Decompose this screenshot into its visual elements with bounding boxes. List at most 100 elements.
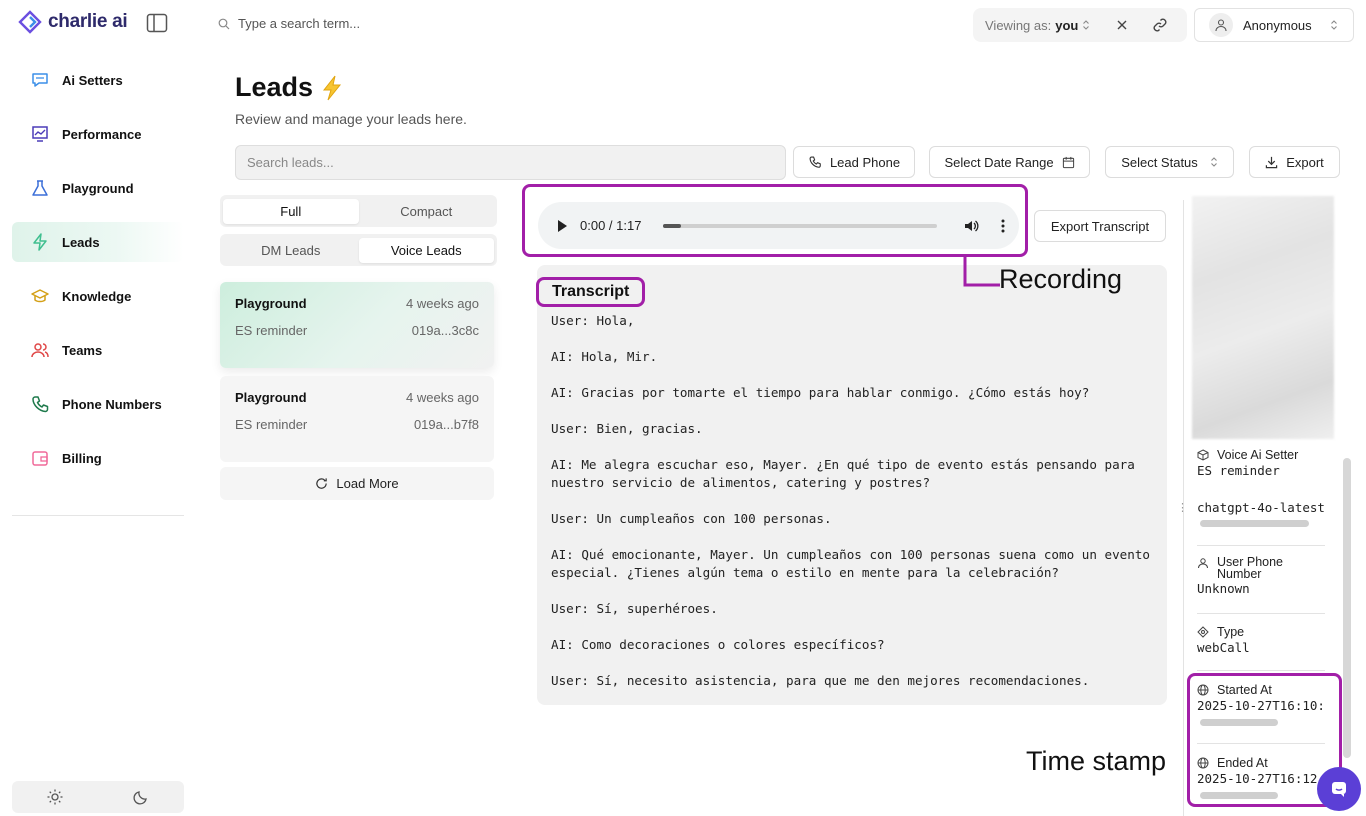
more-vertical-icon[interactable] (1001, 219, 1005, 233)
sidebar-item-label: Knowledge (62, 288, 132, 304)
audio-time: 0:00 / 1:17 (580, 218, 642, 233)
tab-voice-leads[interactable]: Voice Leads (358, 237, 494, 263)
transcript-body: User: Hola, AI: Hola, Mir. AI: Gracias p… (551, 312, 1156, 708)
global-search[interactable]: Type a search term... (218, 16, 360, 31)
theme-switcher (12, 781, 184, 813)
details-scrollbar[interactable] (1343, 458, 1351, 758)
started-scroll-bar (1200, 719, 1278, 726)
model-scroll-bar (1200, 520, 1309, 527)
sidebar-item-performance[interactable]: Performance (12, 114, 184, 154)
globe-icon (1197, 684, 1209, 696)
load-more-button[interactable]: Load More (220, 467, 494, 500)
sidebar-item-phone-numbers[interactable]: Phone Numbers (12, 384, 184, 424)
divider (1197, 545, 1325, 546)
export-button[interactable]: Export (1249, 146, 1340, 178)
chart-icon (32, 126, 48, 142)
refresh-icon (316, 478, 328, 489)
lead-type-toggle: DM Leads Voice Leads (220, 234, 497, 266)
sidebar-toggle-icon[interactable] (146, 13, 168, 33)
type-label: Type (1217, 625, 1245, 639)
sidebar-item-label: Leads (62, 234, 100, 250)
export-label: Export (1286, 154, 1324, 170)
sidebar-item-label: Playground (62, 180, 134, 196)
transcript-line: User: Sí, necesito asistencia, para que … (551, 673, 1090, 688)
chat-support-button[interactable] (1317, 767, 1361, 811)
resize-handle-icon[interactable]: ⋮ (1177, 501, 1188, 514)
lead-id: 019a...3c8c (411, 323, 479, 338)
viewing-as-selector[interactable]: Viewing as: you (973, 8, 1187, 42)
page-title-text: Leads (235, 72, 314, 102)
viewing-as-label: Viewing as: (985, 17, 1052, 33)
graduation-cap-icon (31, 289, 49, 303)
sidebar-item-label: Billing (62, 450, 102, 466)
lead-setter: ES reminder (235, 417, 308, 432)
link-icon[interactable] (1152, 17, 1168, 33)
close-icon[interactable] (1116, 19, 1128, 31)
sidebar-item-label: Teams (62, 342, 103, 358)
sidebar-item-label: Ai Setters (62, 72, 123, 88)
lead-phone-label: Lead Phone (829, 154, 901, 170)
tab-dm-leads[interactable]: DM Leads (223, 238, 359, 263)
lead-id: 019a...b7f8 (413, 417, 479, 432)
user-menu[interactable]: Anonymous (1194, 8, 1354, 42)
avatar (1209, 13, 1233, 37)
audio-progress-fill (663, 223, 682, 228)
export-transcript-button[interactable]: Export Transcript (1034, 210, 1166, 242)
lead-time: 4 weeks ago (406, 390, 479, 405)
user-icon (1215, 19, 1227, 32)
sidebar-item-billing[interactable]: Billing (12, 438, 184, 478)
blurred-image (1192, 196, 1334, 439)
recording-connector (963, 255, 1000, 287)
sidebar: charlie ai Ai Setters Performance Playgr… (0, 0, 196, 816)
lead-card[interactable]: Playground 4 weeks ago ES reminder 019a.… (220, 376, 494, 462)
transcript-line: User: Bien, gracias. (551, 421, 703, 436)
transcript-line: User: Hola, (551, 313, 635, 328)
volume-icon[interactable] (963, 218, 979, 234)
play-icon[interactable] (556, 219, 568, 233)
transcript-line: User: Un cumpleaños con 100 personas. (551, 511, 832, 526)
started-field: Started At 2025-10-27T16:10: (1197, 683, 1325, 713)
phone-icon (809, 156, 821, 168)
audio-progress-bar[interactable] (663, 223, 937, 228)
brand-name: charlie ai (48, 11, 128, 32)
recording-annotation: Recording (999, 264, 1123, 294)
chevron-updown-icon (1330, 20, 1337, 30)
ended-label: Ended At (1217, 756, 1268, 770)
sun-icon[interactable] (46, 788, 64, 806)
transcript-line: AI: Qué emocionante, Mayer. Un cumpleaño… (551, 547, 1158, 580)
transcript-line: AI: Hola, Mir. (551, 349, 658, 364)
sidebar-item-leads[interactable]: Leads (12, 222, 184, 262)
search-leads-input[interactable]: Search leads... (235, 145, 786, 180)
lead-phone-button[interactable]: Lead Phone (793, 146, 915, 178)
status-select[interactable]: Select Status (1105, 146, 1234, 178)
moon-icon[interactable] (132, 788, 150, 806)
page-title: Leads (235, 72, 343, 103)
lead-card[interactable]: Playground 4 weeks ago ES reminder 019a.… (220, 282, 494, 368)
audio-player: 0:00 / 1:17 (538, 202, 1019, 249)
phone-field: User Phone Number Unknown (1197, 556, 1307, 596)
date-range-button[interactable]: Select Date Range (929, 146, 1090, 178)
tab-compact[interactable]: Compact (359, 199, 495, 224)
sidebar-item-knowledge[interactable]: Knowledge (12, 276, 184, 316)
sidebar-item-label: Phone Numbers (62, 396, 162, 412)
transcript-line: User: Sí, superhéroes. (551, 601, 718, 616)
transcript-line: AI: Gracias por tomarte el tiempo para h… (551, 385, 1090, 400)
lightning-icon (33, 233, 47, 251)
global-search-input[interactable]: Type a search term... (238, 16, 360, 31)
brand-logo[interactable]: charlie ai (18, 10, 128, 34)
setter-value: ES reminder (1197, 463, 1280, 478)
phone-label: User Phone Number (1217, 555, 1284, 581)
sidebar-item-playground[interactable]: Playground (12, 168, 184, 208)
transcript-line: AI: Como decoraciones o colores específi… (551, 637, 885, 652)
sidebar-item-teams[interactable]: Teams (12, 330, 184, 370)
globe-icon (1197, 757, 1209, 769)
transcript-title: Transcript (552, 283, 630, 300)
cube-icon (1197, 449, 1209, 461)
sidebar-item-ai-setters[interactable]: Ai Setters (12, 60, 184, 100)
logo-icon (18, 10, 42, 34)
user-icon (1198, 558, 1208, 569)
load-more-label: Load More (336, 476, 399, 491)
setter-field: Voice Ai Setter ES reminder (1197, 448, 1298, 478)
date-range-label: Select Date Range (944, 154, 1054, 170)
tab-full[interactable]: Full (223, 198, 359, 224)
